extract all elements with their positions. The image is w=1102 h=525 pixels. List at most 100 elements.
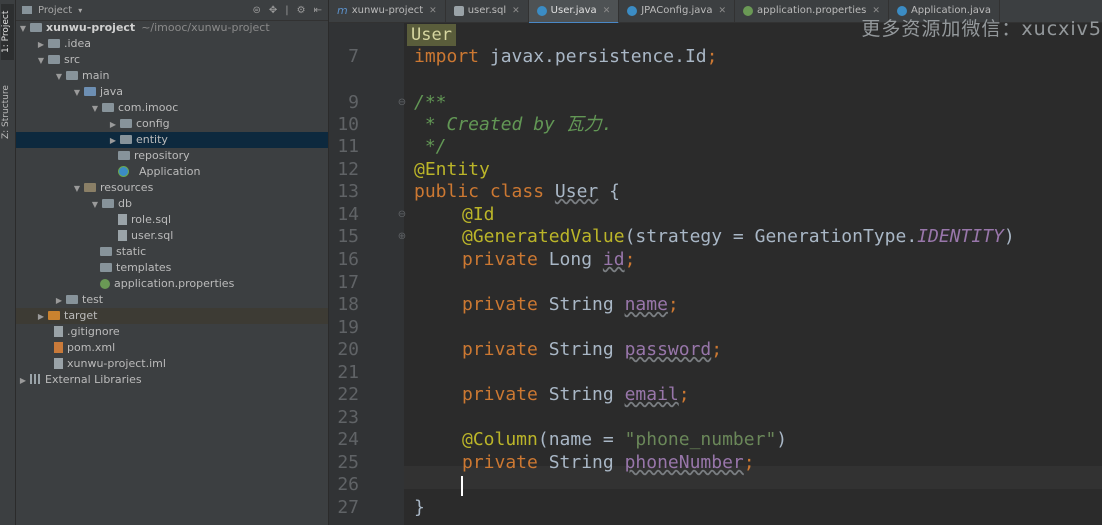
- line-number: 14: [337, 204, 359, 225]
- gear-icon[interactable]: ⚙: [297, 5, 306, 16]
- fold-marker-icon[interactable]: ⊖: [397, 209, 407, 221]
- folder-icon: [30, 23, 42, 32]
- expand-arrow-icon[interactable]: ▼: [18, 21, 28, 37]
- package-icon: [118, 151, 130, 160]
- tree-item-config[interactable]: ▶ config: [16, 116, 328, 132]
- class-icon: [627, 6, 638, 16]
- code-line-11: */: [414, 136, 447, 157]
- code-line-14: @Id: [462, 204, 495, 225]
- line-number: 13: [337, 181, 359, 202]
- project-panel-header: Project ▾ ⊜ ✥ | ⚙ ⇤: [16, 0, 328, 21]
- tab-user-java[interactable]: User.java ✕: [528, 0, 620, 24]
- scroll-from-source-icon[interactable]: ✥: [269, 5, 277, 16]
- maven-file-icon: [54, 342, 63, 353]
- tab-xunwu-project[interactable]: m xunwu-project ✕: [329, 0, 446, 22]
- folder-icon: [66, 295, 78, 304]
- separator-icon: |: [285, 4, 289, 16]
- line-number: 11: [337, 136, 359, 157]
- close-icon[interactable]: ✕: [512, 0, 520, 22]
- code-line-27: }: [414, 497, 425, 518]
- tree-item-com-imooc[interactable]: ▼ com.imooc: [16, 100, 328, 116]
- line-number: 7: [348, 46, 359, 67]
- tree-item-gitignore[interactable]: .gitignore: [16, 324, 328, 340]
- line-number: 25: [337, 452, 359, 473]
- tree-item-src[interactable]: ▼ src: [16, 52, 328, 68]
- structure-tool-tab[interactable]: Z: Structure: [1, 80, 14, 144]
- tree-item-idea[interactable]: ▶ .idea: [16, 36, 328, 52]
- breadcrumb[interactable]: User: [407, 24, 456, 46]
- tree-item-templates[interactable]: templates: [16, 260, 328, 276]
- tree-item-db[interactable]: ▼ db: [16, 196, 328, 212]
- close-icon[interactable]: ✕: [429, 0, 437, 22]
- expand-arrow-icon[interactable]: ▼: [72, 181, 82, 197]
- code-line-10: * Created by 瓦力.: [414, 114, 613, 135]
- library-icon: [30, 374, 41, 384]
- code-line-20: private String password;: [462, 339, 723, 360]
- tree-item-role-sql[interactable]: role.sql: [16, 212, 328, 228]
- tree-item-external-libraries[interactable]: ▶ External Libraries: [16, 372, 328, 388]
- class-icon: [536, 6, 547, 16]
- resources-folder-icon: [84, 183, 96, 192]
- properties-icon: [743, 6, 754, 16]
- tree-item-application[interactable]: Application: [16, 164, 328, 180]
- code-line-18: private String name;: [462, 294, 679, 315]
- sql-file-icon: [453, 6, 464, 16]
- fold-marker-icon[interactable]: ⊖: [397, 97, 407, 109]
- maven-icon: m: [337, 4, 348, 17]
- tree-item-resources[interactable]: ▼ resources: [16, 180, 328, 196]
- code-line-7: import javax.persistence.Id;: [414, 46, 718, 67]
- line-number: 9: [348, 92, 359, 113]
- tree-item-pom-xml[interactable]: pom.xml: [16, 340, 328, 356]
- tree-item-xunwu-project[interactable]: ▼ xunwu-project ~/imooc/xunwu-project: [16, 20, 328, 36]
- watermark: 更多资源加微信：xucxiv5: [861, 18, 1102, 40]
- spring-class-icon: [118, 166, 129, 177]
- code-line-15: @GeneratedValue(strategy = GenerationTyp…: [462, 226, 1015, 247]
- sql-file-icon: [118, 214, 127, 225]
- project-view-dropdown[interactable]: Project: [38, 5, 72, 16]
- tree-item-java[interactable]: ▼ java: [16, 84, 328, 100]
- tree-item-application-properties[interactable]: application.properties: [16, 276, 328, 292]
- expand-arrow-icon[interactable]: ▼: [36, 53, 46, 69]
- collapse-arrow-icon[interactable]: ▶: [108, 133, 118, 149]
- code-line-9: /**: [414, 92, 447, 113]
- code-line-13: public class User {: [414, 181, 620, 202]
- tree-item-static[interactable]: static: [16, 244, 328, 260]
- folder-icon: [100, 263, 112, 272]
- line-number: 16: [337, 249, 359, 270]
- code-line-24: @Column(name = "phone_number"): [462, 429, 788, 450]
- line-number: 20: [337, 339, 359, 360]
- folder-icon: [48, 39, 60, 48]
- tree-item-user-sql[interactable]: user.sql: [16, 228, 328, 244]
- hide-panel-icon[interactable]: ⇤: [314, 5, 322, 16]
- collapse-all-icon[interactable]: ⊜: [252, 5, 260, 16]
- project-tool-tab[interactable]: 1: Project: [1, 4, 14, 60]
- tree-item-test[interactable]: ▶ test: [16, 292, 328, 308]
- collapse-arrow-icon[interactable]: ▶: [54, 293, 64, 309]
- chevron-down-icon[interactable]: ▾: [78, 6, 82, 15]
- fold-marker-icon[interactable]: ⊕: [397, 231, 407, 243]
- tree-item-target[interactable]: ▶ target: [16, 308, 328, 324]
- close-icon[interactable]: ✕: [603, 0, 611, 22]
- tree-item-entity[interactable]: ▶ entity: [16, 132, 328, 148]
- expand-arrow-icon[interactable]: ▼: [90, 197, 100, 213]
- tab-user-sql[interactable]: user.sql ✕: [446, 0, 529, 22]
- project-view-icon: [22, 6, 32, 14]
- collapse-arrow-icon[interactable]: ▶: [18, 373, 28, 389]
- tab-jpaconfig-java[interactable]: JPAConfig.java ✕: [619, 0, 736, 22]
- collapse-arrow-icon[interactable]: ▶: [108, 117, 118, 133]
- package-icon: [102, 103, 114, 112]
- line-number: 22: [337, 384, 359, 405]
- folder-icon: [100, 247, 112, 256]
- code-line-12: @Entity: [414, 159, 490, 180]
- tree-item-main[interactable]: ▼ main: [16, 68, 328, 84]
- package-icon: [120, 119, 132, 128]
- close-icon[interactable]: ✕: [718, 0, 726, 22]
- tree-item-repository[interactable]: repository: [16, 148, 328, 164]
- collapse-arrow-icon[interactable]: ▶: [36, 37, 46, 53]
- expand-arrow-icon[interactable]: ▼: [54, 69, 64, 85]
- collapse-arrow-icon[interactable]: ▶: [36, 309, 46, 325]
- expand-arrow-icon[interactable]: ▼: [72, 85, 82, 101]
- text-cursor: [461, 476, 463, 496]
- expand-arrow-icon[interactable]: ▼: [90, 101, 100, 117]
- tree-item-iml[interactable]: xunwu-project.iml: [16, 356, 328, 372]
